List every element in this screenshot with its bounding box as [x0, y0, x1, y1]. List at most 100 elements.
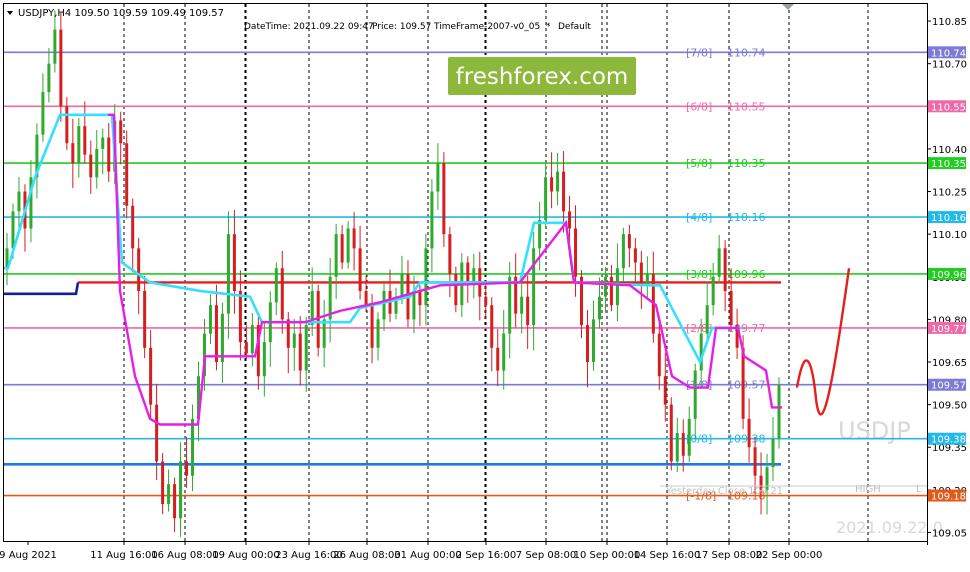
symbol-dropdown-icon[interactable] [7, 11, 13, 15]
candle-body [747, 418, 751, 448]
candle-body [526, 296, 530, 326]
candle-body [340, 234, 344, 263]
candle-body [131, 205, 135, 249]
candle-body [220, 313, 224, 362]
navy-level-line [4, 282, 80, 296]
candle-body [95, 148, 99, 178]
candle-body [149, 347, 153, 405]
candle-body [226, 234, 230, 314]
price-level-tag-label: 109.96 [931, 270, 966, 281]
candle-body [173, 484, 177, 519]
price-level-tag-label: 110.74 [931, 48, 966, 59]
time-tick-label: 17 Sep 08:00 [696, 550, 763, 561]
price-level-tag-label: 110.55 [931, 102, 966, 113]
candle-body [771, 438, 775, 468]
low-label: L [916, 484, 922, 495]
candle-body [436, 163, 440, 192]
candle-body [597, 296, 601, 320]
candle-body [292, 333, 296, 348]
murrey-level-label: [4/8] [686, 211, 712, 224]
candle-body [418, 290, 422, 306]
candle-body [286, 319, 290, 348]
murrey-level-value: 109.96 [727, 268, 766, 281]
murrey-level-value: 110.55 [727, 100, 766, 113]
price-level-tag-label: 110.16 [931, 213, 966, 224]
candle-body [424, 248, 428, 306]
candle-body [454, 273, 458, 306]
candle-body [382, 290, 386, 320]
price-chart[interactable]: freshforex.com USDJP 2021.09.22 0 [7/8] 1… [0, 0, 970, 568]
candle-body [532, 248, 536, 326]
price-tick-label: 110.25 [932, 188, 967, 199]
symbol-watermark: USDJP [838, 417, 911, 445]
symbol-info: USDJPY,H4 109.50 109.59 109.49 109.57 [18, 8, 224, 19]
price-tick-label: 110.40 [932, 145, 967, 156]
candle-body [550, 177, 554, 192]
price-level-tag-label: 109.77 [931, 324, 966, 335]
candle-body [568, 211, 572, 229]
price-tick-label: 109.65 [932, 358, 967, 369]
price-level-tag-label: 110.35 [931, 159, 966, 170]
candle-body [334, 234, 338, 277]
murrey-level-value: 110.74 [727, 46, 766, 59]
time-tick-label: 31 Aug 00:00 [394, 550, 461, 561]
price-tick-label: 109.50 [932, 401, 967, 412]
candle-body [753, 447, 757, 476]
candle-body [47, 63, 51, 93]
time-tick-label: 11 Aug 16:00 [90, 550, 157, 561]
candle-body [262, 342, 266, 377]
high-label: HIGH [855, 484, 881, 495]
candle-body [442, 163, 446, 235]
brand-watermark: freshforex.com [456, 64, 629, 90]
candle-body [304, 325, 308, 371]
candle-body [777, 384, 781, 439]
candle-body [400, 273, 404, 297]
candle-body [675, 433, 679, 462]
candle-body [723, 248, 727, 291]
candle-body [538, 219, 542, 249]
chart-window[interactable]: freshforex.com USDJP 2021.09.22 0 [7/8] 1… [0, 0, 970, 568]
murrey-level-value: 110.16 [727, 211, 766, 224]
candle-body [364, 290, 368, 306]
price-level-tag-label: 109.57 [931, 381, 966, 392]
candle-body [591, 319, 595, 362]
candle-body [520, 296, 524, 314]
candle-body [496, 347, 500, 371]
candle-body [250, 325, 254, 354]
candle-body [693, 370, 697, 419]
candle-body [370, 305, 374, 348]
candle-body [687, 418, 691, 456]
price-tick-label: 109.05 [932, 528, 967, 539]
murrey-level-value: 109.38 [727, 433, 766, 446]
candle-body [244, 342, 248, 354]
default-info: Default [558, 22, 591, 32]
candle-body [609, 276, 613, 306]
candle-body [633, 248, 637, 263]
candle-body [430, 191, 434, 249]
datetime-info: DateTime: 2021.09.22 09:47 [244, 22, 374, 32]
candle-body [125, 143, 129, 206]
murrey-level-label: [5/8] [686, 157, 712, 170]
candle-body [143, 290, 147, 348]
murrey-level-value: 110.35 [727, 157, 766, 170]
datetime-watermark: 2021.09.22 0 [836, 518, 943, 537]
candle-body [298, 333, 302, 371]
candle-body [11, 211, 15, 249]
time-tick-label: 2 Sep 16:00 [456, 550, 516, 561]
candle-body [603, 276, 607, 297]
candle-body [107, 137, 111, 172]
time-tick-label: 9 Aug 2021 [0, 550, 57, 561]
candle-body [508, 276, 512, 334]
price-level-tag-label: 109.18 [931, 492, 966, 503]
candle-body [346, 228, 350, 263]
time-tick-label: 26 Aug 08:00 [333, 550, 400, 561]
candle-body [83, 126, 87, 155]
candle-body [615, 268, 619, 306]
time-tick-label: 10 Sep 00:00 [574, 550, 641, 561]
candle-body [574, 228, 578, 277]
candle-body [484, 296, 488, 306]
chart-shift-marker-icon[interactable] [782, 4, 794, 10]
candle-body [274, 268, 278, 303]
candle-body [59, 29, 63, 107]
murrey-level-label: [3/8] [686, 268, 712, 281]
